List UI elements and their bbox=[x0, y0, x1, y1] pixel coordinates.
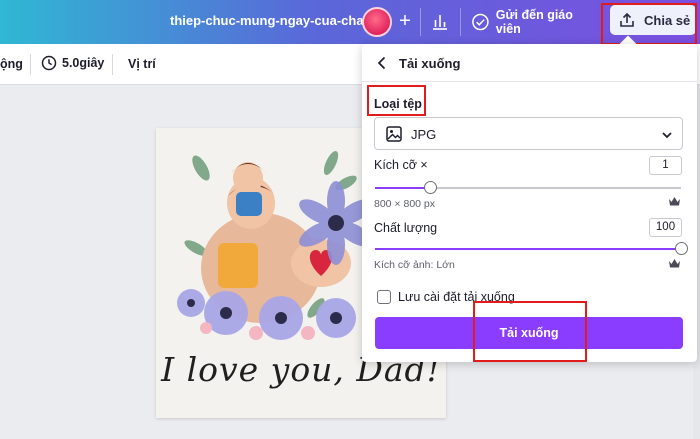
check-circle-icon bbox=[472, 13, 489, 31]
download-button[interactable]: Tải xuống bbox=[375, 317, 683, 349]
clock-icon bbox=[41, 55, 57, 71]
size-slider-fill bbox=[375, 187, 431, 189]
save-settings-checkbox[interactable] bbox=[377, 290, 391, 304]
share-button[interactable]: Chia sẻ bbox=[610, 5, 696, 35]
file-type-label: Loại tệp bbox=[374, 97, 422, 111]
divider bbox=[460, 8, 461, 36]
chevron-down-icon bbox=[662, 132, 672, 139]
duration-button[interactable]: 5.0giây bbox=[41, 55, 104, 71]
crown-icon bbox=[669, 197, 680, 206]
quality-label: Chất lượng bbox=[374, 221, 438, 235]
quality-input[interactable]: 100 bbox=[649, 218, 682, 237]
animate-button[interactable]: ộng bbox=[0, 57, 23, 71]
file-type-value: JPG bbox=[411, 127, 437, 142]
document-title[interactable]: thiep-chuc-mung-ngay-cua-cha bbox=[170, 13, 364, 28]
bar-chart-icon bbox=[433, 15, 447, 30]
divider bbox=[30, 54, 31, 75]
image-icon bbox=[386, 126, 402, 142]
user-avatar-icon[interactable] bbox=[362, 7, 392, 37]
size-slider[interactable] bbox=[375, 187, 681, 189]
add-collaborator-button[interactable]: + bbox=[394, 9, 416, 35]
divider bbox=[112, 54, 113, 75]
share-label: Chia sẻ bbox=[644, 12, 691, 28]
download-panel: Tải xuống Loại tệp JPG Kích cỡ × 1 800 ×… bbox=[362, 44, 697, 362]
size-slider-knob[interactable] bbox=[423, 181, 437, 194]
send-to-teacher-label: Gửi đến giáo viên bbox=[495, 8, 573, 36]
size-input[interactable]: 1 bbox=[649, 156, 682, 175]
panel-title: Tải xuống bbox=[399, 56, 461, 71]
size-label: Kích cỡ × bbox=[374, 158, 428, 172]
size-hint: 800 × 800 px bbox=[374, 198, 436, 210]
panel-header: Tải xuống bbox=[362, 44, 697, 82]
duration-label: 5.0giây bbox=[62, 56, 105, 70]
save-settings-label[interactable]: Lưu cài đặt tải xuống bbox=[398, 290, 515, 304]
file-type-select[interactable]: JPG bbox=[374, 117, 683, 150]
back-chevron-icon[interactable] bbox=[374, 55, 390, 71]
position-button[interactable]: Vị trí bbox=[128, 57, 156, 71]
quality-slider-fill bbox=[375, 248, 681, 250]
divider bbox=[420, 8, 421, 36]
quality-slider[interactable] bbox=[375, 248, 681, 250]
send-to-teacher-button[interactable]: Gửi đến giáo viên bbox=[465, 6, 595, 38]
insights-button[interactable] bbox=[424, 6, 456, 38]
top-bar: thiep-chuc-mung-ngay-cua-cha + Gửi đến g… bbox=[0, 0, 700, 44]
quality-hint: Kích cỡ ảnh: Lớn bbox=[374, 259, 455, 271]
crown-icon bbox=[669, 259, 680, 268]
quality-slider-knob[interactable] bbox=[674, 242, 688, 255]
share-upload-icon bbox=[620, 12, 634, 27]
